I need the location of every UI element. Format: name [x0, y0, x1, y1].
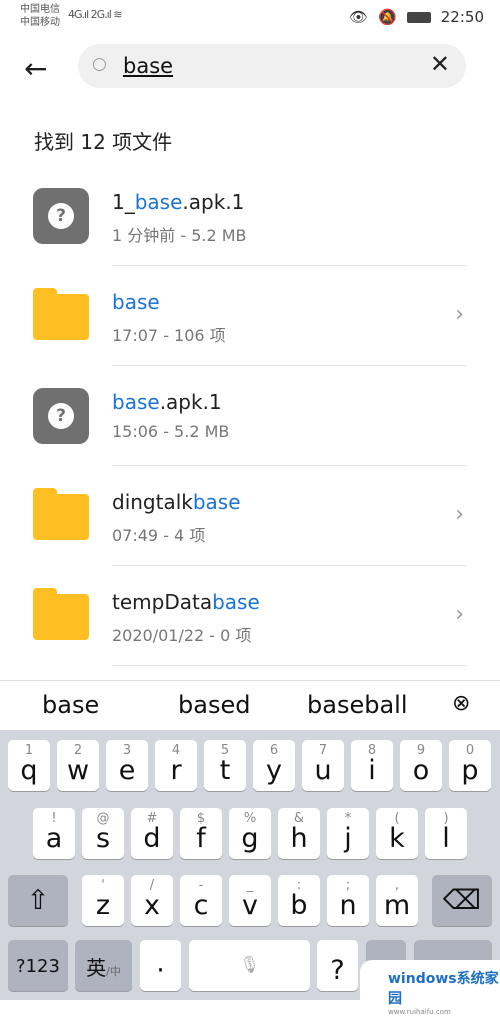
- file-item[interactable]: ? base.apk.1 15:06 - 5.2 MB: [0, 366, 500, 466]
- search-value[interactable]: base: [123, 54, 173, 78]
- file-item[interactable]: base 17:07 - 106 项 ›: [0, 266, 500, 366]
- key-i[interactable]: 8i: [351, 740, 393, 791]
- dot-key[interactable]: ·: [140, 940, 181, 991]
- key-k[interactable]: (k: [376, 808, 418, 859]
- key-r[interactable]: 4r: [155, 740, 197, 791]
- close-suggestions-icon[interactable]: ⊗: [452, 691, 470, 716]
- suggestion-bar: base based baseball ⊗: [0, 680, 500, 730]
- key-n[interactable]: ; n: [327, 875, 369, 926]
- key-h[interactable]: & h: [278, 808, 320, 859]
- key-z[interactable]: ' z: [82, 875, 124, 926]
- suggestion[interactable]: base: [42, 691, 99, 719]
- file-item[interactable]: dingtalkbase 07:49 - 4 项 ›: [0, 466, 500, 566]
- unknown-file-icon: ?: [33, 388, 89, 444]
- key-a[interactable]: ! a: [33, 808, 75, 859]
- key-j[interactable]: * j: [327, 808, 369, 859]
- folder-icon: [33, 288, 89, 340]
- symbols-key[interactable]: ?123: [8, 940, 68, 991]
- key-b[interactable]: :b: [278, 875, 320, 926]
- carrier-1: 中国电信: [20, 4, 60, 15]
- suggestion[interactable]: baseball: [307, 691, 408, 719]
- key-w[interactable]: 2w: [57, 740, 99, 791]
- file-item[interactable]: tempDatabase 2020/01/22 - 0 项 ›: [0, 566, 500, 666]
- key-g[interactable]: % g: [229, 808, 271, 859]
- mute-icon: 🔕: [378, 8, 397, 26]
- key-u[interactable]: 7u: [302, 740, 344, 791]
- key-t[interactable]: 5t: [204, 740, 246, 791]
- key-o[interactable]: 9o: [400, 740, 442, 791]
- key-s[interactable]: @ s: [82, 808, 124, 859]
- back-arrow-icon[interactable]: ←: [24, 52, 47, 85]
- shift-key[interactable]: ⇧: [8, 875, 68, 926]
- file-list: ? 1_base.apk.1 1 分钟前 - 5.2 MB base 17:07 - 1…: [0, 166, 500, 666]
- chevron-right-icon: ›: [455, 602, 464, 627]
- signal-icon: 4G.ıl 2G.ıl ≋: [68, 8, 122, 21]
- eye-icon: 👁: [349, 8, 369, 26]
- unknown-file-icon: ?: [33, 188, 89, 244]
- language-key[interactable]: 英/中: [75, 940, 132, 991]
- key-v[interactable]: _ v: [229, 875, 271, 926]
- key-l[interactable]: ) l: [425, 808, 467, 859]
- key-e[interactable]: 3e: [106, 740, 148, 791]
- suggestion[interactable]: based: [178, 691, 250, 719]
- key-y[interactable]: 6y: [253, 740, 295, 791]
- file-name: base: [112, 290, 160, 314]
- file-meta: 2020/01/22 - 0 项: [112, 626, 252, 645]
- file-meta: 17:07 - 106 项: [112, 326, 226, 345]
- search-icon: ○: [92, 54, 107, 74]
- file-name: 1_base.apk.1: [112, 190, 245, 214]
- folder-icon: [33, 588, 89, 640]
- watermark-logo: windows系统家园 www.ruihaifu.com: [360, 960, 500, 1016]
- chevron-right-icon: ›: [455, 302, 464, 327]
- chevron-right-icon: ›: [455, 502, 464, 527]
- file-name: tempDatabase: [112, 590, 260, 614]
- battery-icon: [406, 11, 431, 23]
- key-c[interactable]: -c: [180, 875, 222, 926]
- clear-icon[interactable]: ✕: [430, 50, 450, 78]
- file-meta: 1 分钟前 - 5.2 MB: [112, 226, 247, 245]
- key-p[interactable]: 0p: [449, 740, 491, 791]
- status-bar: 中国电信中国移动 4G.ıl 2G.ıl ≋ 👁 🔕 22:50: [0, 0, 500, 36]
- file-item[interactable]: ? 1_base.apk.1 1 分钟前 - 5.2 MB: [0, 166, 500, 266]
- carrier-2: 中国移动: [20, 17, 60, 28]
- space-key[interactable]: 🎙: [189, 940, 310, 991]
- key-m[interactable]: ,m: [376, 875, 418, 926]
- file-meta: 07:49 - 4 项: [112, 526, 206, 545]
- key-x[interactable]: / x: [131, 875, 173, 926]
- result-count: 找到 12 项文件: [34, 130, 173, 154]
- backspace-key[interactable]: ⌫: [432, 875, 492, 926]
- folder-icon: [33, 488, 89, 540]
- key-f[interactable]: $ f: [180, 808, 222, 859]
- question-key[interactable]: ?: [317, 940, 358, 991]
- key-q[interactable]: 1q: [8, 740, 50, 791]
- search-input[interactable]: ○ base ✕: [78, 44, 466, 88]
- key-d[interactable]: # d: [131, 808, 173, 859]
- file-name: base.apk.1: [112, 390, 222, 414]
- file-meta: 15:06 - 5.2 MB: [112, 422, 230, 441]
- divider: [112, 665, 466, 666]
- microphone-icon: 🎙: [239, 955, 260, 974]
- clock: 22:50: [440, 8, 484, 26]
- file-name: dingtalkbase: [112, 490, 241, 514]
